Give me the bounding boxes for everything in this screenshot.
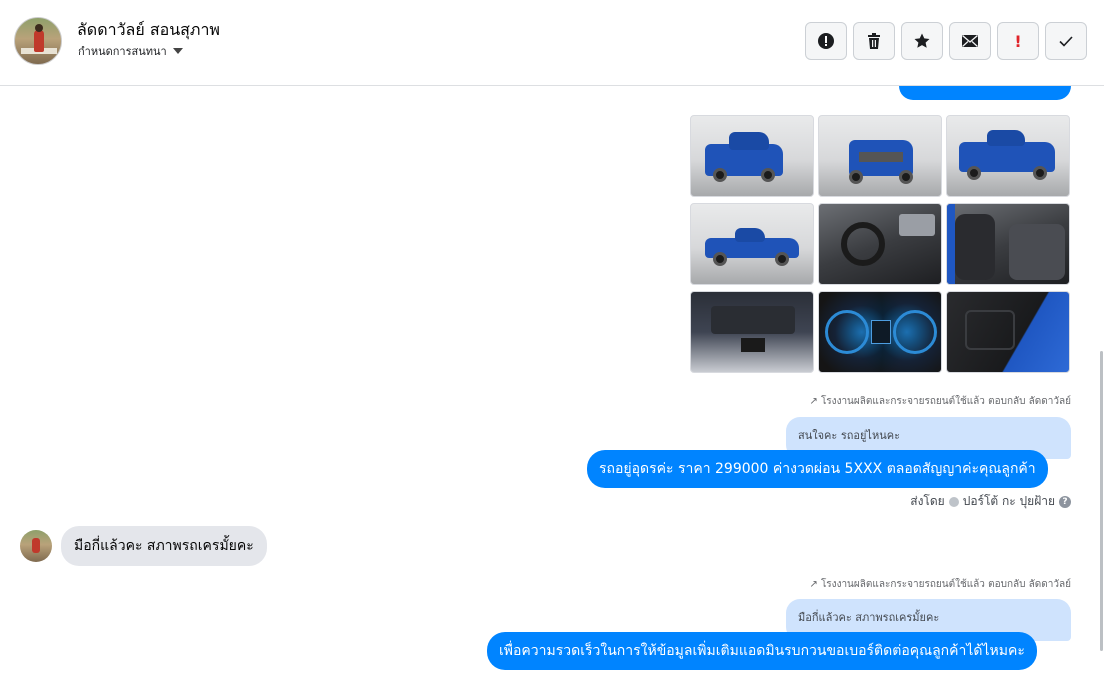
car-photo-front-left[interactable] (690, 115, 814, 197)
sent-by-line: ส่งโดย ปอร์โต้ กะ ปุยฝ้าย ? (910, 492, 1071, 511)
reply-context-text: โรงงานผลิตและกระจายรถยนต์ใช้แล้ว ตอบกลับ… (820, 579, 1071, 590)
message-text: รถอยู่อุดรค่ะ ราคา 299000 ค่างวดผ่อน 5XX… (599, 461, 1036, 477)
message-text: เพื่อความรวดเร็วในการให้ข้อมูลเพิ่มเติมแ… (499, 643, 1025, 659)
contact-avatar[interactable] (14, 17, 62, 65)
car-photo-door[interactable] (946, 291, 1070, 373)
reply-context-2: ↗ โรงงานผลิตและกระจายรถยนต์ใช้แล้ว ตอบกล… (810, 577, 1071, 592)
reply-context-text: โรงงานผลิตและกระจายรถยนต์ใช้แล้ว ตอบกลับ… (820, 396, 1071, 407)
sender-avatar[interactable] (20, 530, 52, 562)
car-photo-side[interactable] (690, 203, 814, 285)
message-bubble-incoming[interactable]: มือกี่แล้วคะ สภาพรถเครมั้ยคะ (61, 526, 267, 566)
spam-alert-button[interactable] (805, 22, 847, 60)
reply-arrow-icon: ↗ (809, 396, 818, 407)
alert-circle-icon (818, 33, 834, 49)
car-photo-front[interactable] (818, 115, 942, 197)
follow-up-button[interactable]: ! (997, 22, 1039, 60)
trash-icon (868, 33, 880, 49)
message-thread[interactable]: ↗ โรงงานผลิตและกระจายรถยนต์ใช้แล้ว ตอบกล… (0, 86, 1104, 680)
contact-name[interactable]: ลัดดาวัลย์ สอนสุภาพ (77, 18, 220, 43)
assign-label: กำหนดการสนทนา (78, 45, 167, 58)
caret-down-icon (172, 48, 183, 54)
exclamation-icon: ! (1014, 31, 1022, 51)
scrollbar-thumb[interactable] (1100, 351, 1103, 651)
assign-conversation-dropdown[interactable]: กำหนดการสนทนา (78, 42, 183, 60)
car-photo-gauge[interactable] (818, 291, 942, 373)
photo-attachment-grid (690, 115, 1070, 375)
check-icon (1059, 36, 1073, 47)
envelope-icon (962, 34, 978, 47)
car-photo-seats[interactable] (946, 203, 1070, 285)
car-photo-steering[interactable] (818, 203, 942, 285)
star-button[interactable] (901, 22, 943, 60)
done-button[interactable] (1045, 22, 1087, 60)
reply-context-1: ↗ โรงงานผลิตและกระจายรถยนต์ใช้แล้ว ตอบกล… (810, 394, 1071, 409)
message-text: มือกี่แล้วคะ สภาพรถเครมั้ยคะ (74, 538, 254, 554)
conversation-header: ลัดดาวัลย์ สอนสุภาพ กำหนดการสนทนา ! (0, 0, 1104, 86)
mark-unread-button[interactable] (949, 22, 991, 60)
scrollbar[interactable] (1098, 86, 1104, 680)
star-icon (914, 33, 930, 48)
page-icon (948, 496, 959, 507)
message-bubble-outgoing (899, 86, 1071, 100)
car-photo-rear[interactable] (946, 115, 1070, 197)
message-bubble-outgoing[interactable]: เพื่อความรวดเร็วในการให้ข้อมูลเพิ่มเติมแ… (487, 632, 1037, 670)
message-bubble-outgoing[interactable]: รถอยู่อุดรค่ะ ราคา 299000 ค่างวดผ่อน 5XX… (587, 450, 1048, 488)
help-icon[interactable]: ? (1059, 495, 1071, 508)
delete-button[interactable] (853, 22, 895, 60)
sent-by-prefix: ส่งโดย (910, 494, 945, 508)
car-photo-engine[interactable] (690, 291, 814, 373)
quoted-text: มือกี่แล้วคะ สภาพรถเครมั้ยคะ (798, 611, 940, 624)
reply-arrow-icon: ↗ (809, 579, 818, 590)
sent-by-agent[interactable]: ปอร์โต้ กะ ปุยฝ้าย (963, 492, 1055, 511)
quoted-text: สนใจคะ รถอยู่ไหนคะ (798, 429, 901, 442)
